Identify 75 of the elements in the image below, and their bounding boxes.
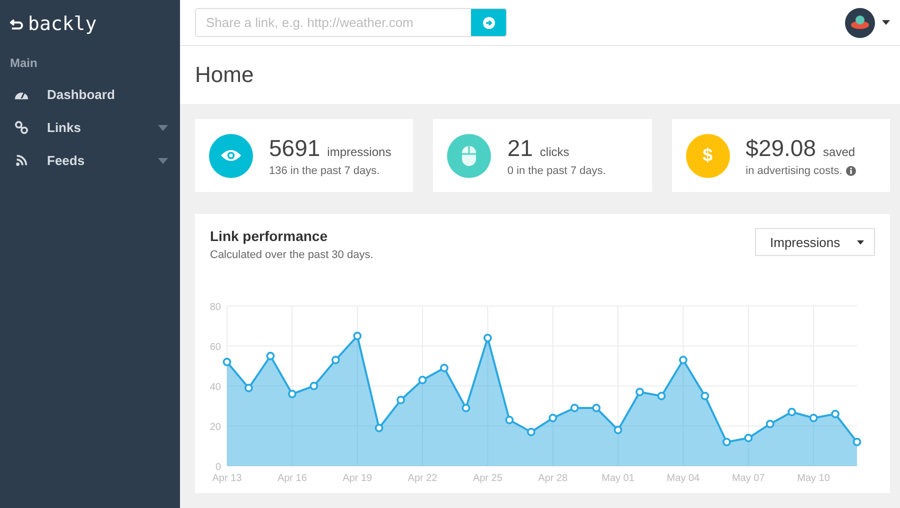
sidebar-item[interactable]: Links xyxy=(0,111,180,144)
caret-icon[interactable] xyxy=(882,20,890,26)
point xyxy=(592,404,601,412)
stat-note: in advertising costs. xyxy=(746,164,842,176)
metric-dropdown[interactable]: Impressions xyxy=(755,228,875,256)
avatar-icon[interactable] xyxy=(845,8,875,38)
point xyxy=(288,390,296,398)
point xyxy=(526,428,536,436)
point xyxy=(222,358,232,366)
point xyxy=(852,438,862,446)
point xyxy=(374,424,384,432)
stat-unit: saved xyxy=(823,144,856,158)
rss-icon xyxy=(14,154,29,167)
share-field[interactable]: Share a link, e.g. http://weather.com xyxy=(195,8,507,38)
point xyxy=(418,376,427,384)
point xyxy=(505,416,514,424)
dollar-icon: $ xyxy=(702,145,713,166)
point xyxy=(244,384,253,392)
point xyxy=(788,408,796,416)
point xyxy=(483,334,492,342)
page-title: Home xyxy=(195,62,254,88)
x-tick-label: May 07 xyxy=(732,473,765,484)
point xyxy=(440,364,448,372)
y-tick-label: 40 xyxy=(210,382,221,393)
point xyxy=(266,352,275,360)
y-tick-label: 60 xyxy=(210,342,221,353)
caret-icon xyxy=(857,240,864,244)
arrow-icon xyxy=(482,16,494,29)
info-icon[interactable] xyxy=(846,166,856,176)
point xyxy=(657,392,666,400)
x-tick-label: Apr 16 xyxy=(277,473,307,484)
point xyxy=(831,410,840,418)
point xyxy=(722,438,731,446)
sidebar-item[interactable]: Feeds xyxy=(0,144,180,177)
logo-icon xyxy=(10,17,24,31)
point xyxy=(679,356,688,364)
point xyxy=(396,396,405,404)
stat-value: $29.08 xyxy=(746,134,816,160)
stat-unit: impressions xyxy=(327,144,392,158)
x-tick-label: May 10 xyxy=(797,473,830,484)
stat-value: 5691 xyxy=(269,134,320,160)
y-tick-label: 80 xyxy=(210,302,221,313)
mouse-icon xyxy=(461,144,478,166)
link-icon xyxy=(14,121,29,134)
point xyxy=(636,388,644,396)
eye-icon xyxy=(220,148,242,163)
point xyxy=(809,414,818,422)
point xyxy=(353,332,362,340)
x-tick-label: Apr 22 xyxy=(408,473,438,484)
x-tick-label: Apr 28 xyxy=(538,473,568,484)
chart-subtitle: Calculated over the past 30 days. xyxy=(210,249,374,261)
point xyxy=(744,434,753,442)
y-tick-label: 0 xyxy=(215,462,221,473)
section-label: Main xyxy=(9,55,38,72)
stat-note: 136 in the past 7 days. xyxy=(269,164,380,176)
stat-note: 0 in the past 7 days. xyxy=(507,164,606,176)
sidebar-item[interactable]: Dashboard xyxy=(0,78,180,111)
point xyxy=(462,404,470,412)
x-tick-label: Apr 19 xyxy=(342,473,372,484)
point xyxy=(614,426,622,434)
point xyxy=(310,382,318,390)
point xyxy=(570,404,579,412)
logo-text: backly xyxy=(28,13,97,35)
point xyxy=(766,420,774,428)
chart-title: Link performance xyxy=(210,228,328,244)
y-tick-label: 20 xyxy=(210,422,221,433)
stat-value: 21 xyxy=(507,134,533,160)
x-tick-label: May 04 xyxy=(666,473,700,484)
x-tick-label: May 01 xyxy=(602,473,634,484)
x-tick-label: Apr 25 xyxy=(472,473,502,484)
x-tick-label: Apr 13 xyxy=(212,473,242,484)
stat-unit: clicks xyxy=(540,144,570,158)
point xyxy=(331,356,340,364)
point xyxy=(700,392,710,400)
point xyxy=(548,414,558,422)
